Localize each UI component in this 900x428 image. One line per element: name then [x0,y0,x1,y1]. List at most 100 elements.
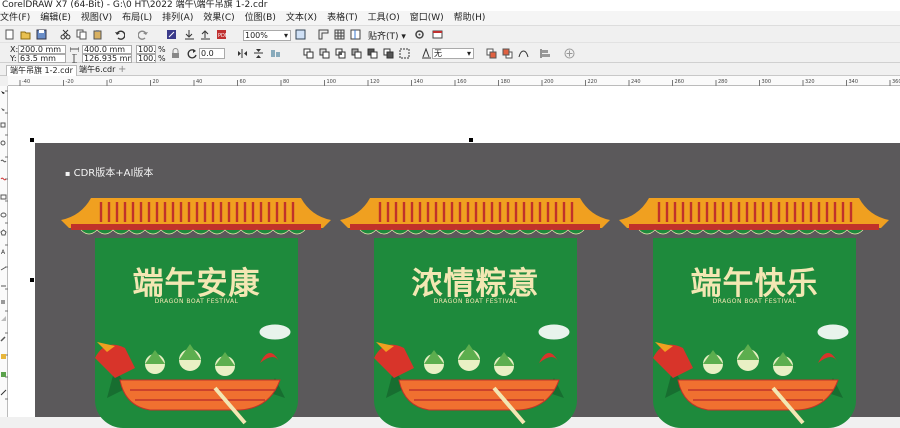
snap-to-menu[interactable]: 贴齐(T) ▾ [368,29,406,42]
banner-2[interactable]: 浓情粽意 DRAGON BOAT FESTIVAL [340,198,610,428]
lock-ratio-icon[interactable] [170,48,181,59]
menu-tools[interactable]: 工具(O) [368,11,410,25]
tab-document-1[interactable]: 端午吊旗 1-2.cdr [6,65,77,76]
simplify-icon[interactable] [351,48,362,59]
trim-icon[interactable] [319,48,330,59]
ruler-tick-label: 260 [675,79,685,85]
artistic-media-tool-icon[interactable] [0,177,7,181]
convert-to-curves-icon[interactable] [518,48,529,59]
eyedropper-tool-icon[interactable] [0,336,6,342]
scale-x-input[interactable]: 100.0 [136,45,156,54]
selection-handle[interactable] [30,278,34,282]
menu-help[interactable]: 帮助(H) [454,11,496,25]
align-distribute-icon[interactable] [270,48,281,59]
menu-bitmaps[interactable]: 位图(B) [245,11,286,25]
banner-title: 端午安康 [132,266,261,302]
import-icon[interactable] [184,29,195,40]
width-input[interactable]: 400.0 mm [82,45,132,54]
menu-text[interactable]: 文本(X) [286,11,327,25]
publish-pdf-icon[interactable]: PDF [216,29,227,40]
show-guidelines-icon[interactable] [350,29,361,40]
banner-subtitle: DRAGON BOAT FESTIVAL [154,298,239,305]
rectangle-tool-icon[interactable] [0,194,7,200]
outline-width-select[interactable]: 无 ▾ [432,48,474,59]
mirror-vertical-icon[interactable] [253,48,264,59]
ruler-tick-label: 140 [414,79,424,85]
zoom-tool-icon[interactable] [0,140,6,146]
height-input[interactable]: 126.935 mm [82,54,132,63]
x-position-input[interactable]: 200.0 mm [18,45,66,54]
zoom-level-select[interactable]: 100% ▾ [243,30,291,41]
roof-eaves-graphic [619,198,889,235]
open-icon[interactable] [20,29,31,40]
weld-icon[interactable] [303,48,314,59]
redo-icon[interactable] [138,29,149,40]
y-position-input[interactable]: 63.5 mm [18,54,66,63]
outline-pen-tool-icon[interactable] [0,389,7,396]
banner-body: 端午快乐 DRAGON BOAT FESTIVAL [653,238,856,428]
banner-body: 浓情粽意 DRAGON BOAT FESTIVAL [374,238,577,428]
tab-document-2[interactable]: 端午6.cdr [76,65,118,76]
drop-shadow-tool-icon[interactable] [1,300,5,304]
to-back-icon[interactable] [502,48,513,59]
menu-edit[interactable]: 编辑(E) [40,11,81,25]
menu-layout[interactable]: 布局(L) [122,11,162,25]
outline-width-icon [422,48,431,59]
add-tab-icon[interactable]: + [118,64,126,75]
intersect-icon[interactable] [335,48,346,59]
shape-tool-icon[interactable] [1,108,5,111]
save-icon[interactable] [36,29,47,40]
to-front-icon[interactable] [486,48,497,59]
menu-file[interactable]: 文件(F) [0,11,40,25]
selection-handle[interactable] [30,138,34,142]
show-rulers-icon[interactable] [318,29,329,40]
menu-arrange[interactable]: 排列(A) [162,11,203,25]
banner-1[interactable]: 端午安康 DRAGON BOAT FESTIVAL [61,198,331,428]
search-content-icon[interactable] [166,29,177,40]
smart-fill-tool-icon[interactable] [1,372,6,377]
back-minus-front-icon[interactable] [383,48,394,59]
menu-effects[interactable]: 效果(C) [203,11,244,25]
full-screen-icon[interactable] [295,29,306,40]
freehand-tool-icon[interactable] [0,159,7,163]
show-grid-icon[interactable] [334,29,345,40]
scale-x-percent: % [158,45,166,54]
rotation-input[interactable]: 0.0 [199,48,225,59]
menu-view[interactable]: 视图(V) [81,11,122,25]
front-minus-back-icon[interactable] [367,48,378,59]
horizontal-ruler[interactable]: -40 -20 0 20 40 60 80 100 120 140 160 180 200 220 240 2… [8,76,900,86]
export-icon[interactable] [200,29,211,40]
paste-icon[interactable] [92,29,103,40]
cut-icon[interactable] [60,29,71,40]
banner-subtitle: DRAGON BOAT FESTIVAL [433,298,518,305]
application-launcher-icon[interactable] [432,29,443,40]
parallel-dimension-tool-icon[interactable] [0,266,7,271]
ellipse-tool-icon[interactable] [0,212,7,218]
selection-handle[interactable] [469,138,473,142]
align-icon[interactable] [540,48,551,59]
pick-tool-icon[interactable] [1,91,5,94]
artboard[interactable]: ▪ CDR版本+AI版本 端午安康 DRAGON BOAT FESTIVAL 浓… [35,143,900,428]
mirror-horizontal-icon[interactable] [237,48,248,59]
ruler-tick-label: 240 [631,79,641,85]
create-boundary-icon[interactable] [399,48,410,59]
menu-table[interactable]: 表格(T) [327,11,368,25]
scale-y-input[interactable]: 100.0 [136,54,156,63]
new-document-icon[interactable] [4,29,15,40]
undo-icon[interactable] [114,29,125,40]
copy-icon[interactable] [76,29,87,40]
banner-3[interactable]: 端午快乐 DRAGON BOAT FESTIVAL [619,198,889,428]
tab-label: 端午吊旗 1-2.cdr [10,66,73,75]
polygon-tool-icon[interactable] [0,229,7,236]
text-tool-icon[interactable]: A [1,249,6,256]
height-icon [72,54,77,63]
crop-tool-icon[interactable] [0,122,6,128]
menu-window[interactable]: 窗口(W) [410,11,454,25]
title-bar: CorelDRAW X7 (64-Bit) - G:\0 HT\2022 端午\… [0,0,900,11]
interactive-fill-tool-icon[interactable] [1,354,6,359]
add-icon[interactable] [564,48,575,59]
options-icon[interactable] [414,29,425,40]
ruler-tick-label: 40 [196,79,202,85]
drawing-canvas[interactable]: ▪ CDR版本+AI版本 端午安康 DRAGON BOAT FESTIVAL 浓… [8,86,900,428]
transparency-tool-icon[interactable] [1,316,6,321]
